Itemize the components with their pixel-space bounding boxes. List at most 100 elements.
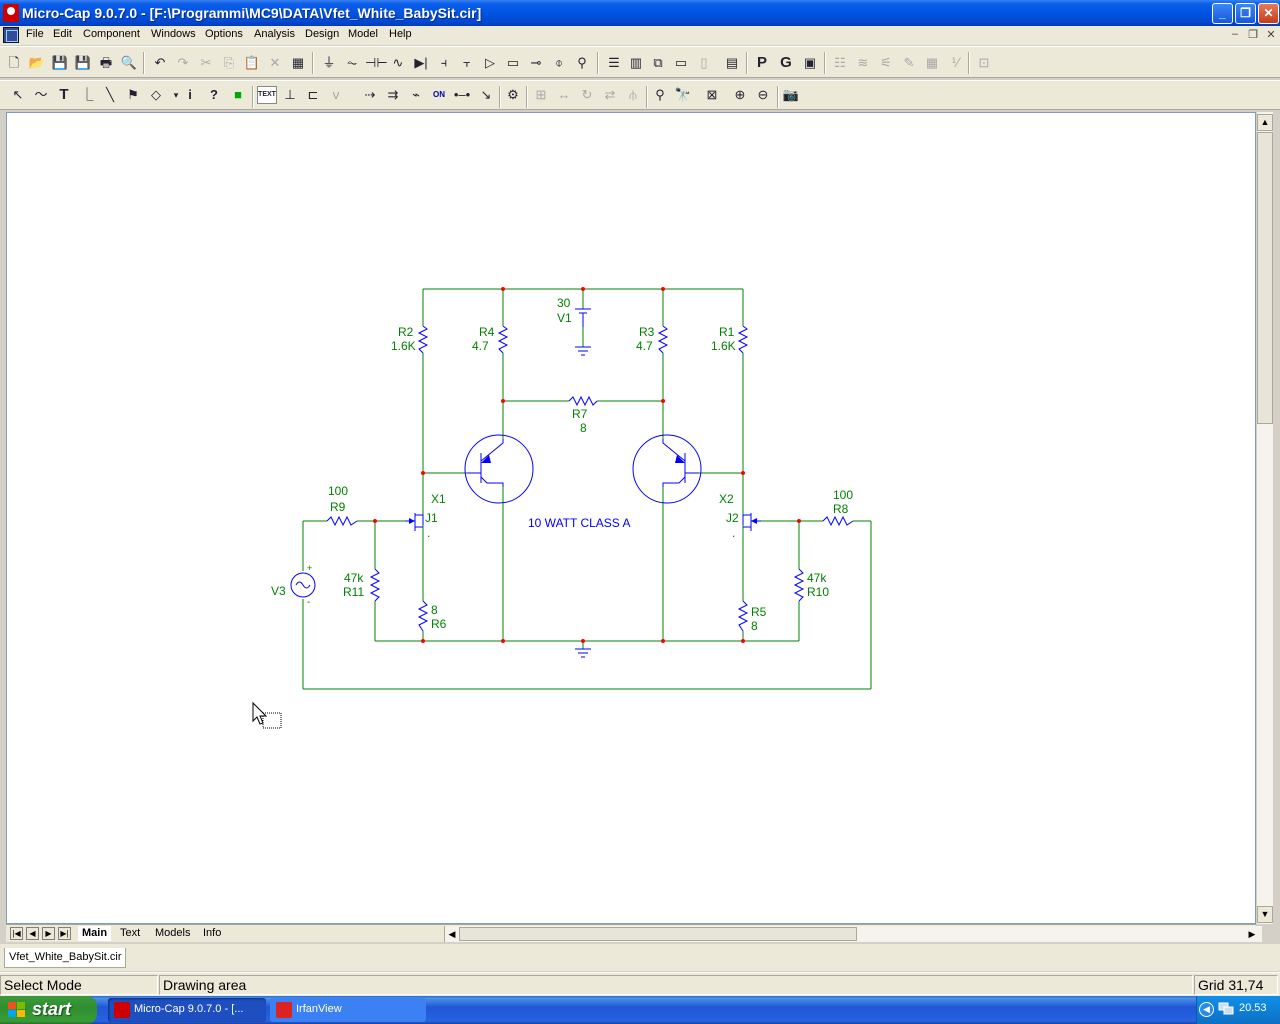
menu-file[interactable]: File xyxy=(26,28,44,40)
taskbar-item-irfanview[interactable]: IrfanView xyxy=(270,998,426,1022)
resistor-icon[interactable]: ⏦ xyxy=(342,54,362,72)
waveform-icon[interactable]: ≋ xyxy=(853,54,873,72)
scroll-up-icon[interactable]: ▲ xyxy=(1257,114,1273,131)
rotate-icon[interactable]: ↻ xyxy=(577,86,597,104)
menu-edit[interactable]: Edit xyxy=(53,28,72,40)
minimize-button[interactable]: _ xyxy=(1212,3,1233,24)
prev-sheet-icon[interactable]: ◀ xyxy=(26,927,39,940)
source-icon[interactable]: ▭ xyxy=(503,54,523,72)
vertical-scrollbar[interactable]: ▲ ▼ xyxy=(1256,112,1273,924)
text-tool-icon[interactable]: T xyxy=(54,86,74,104)
flag-icon[interactable]: ⚑ xyxy=(123,86,143,104)
transistor-icon[interactable]: ⫟ xyxy=(457,54,477,72)
next-sheet-icon[interactable]: ▶ xyxy=(42,927,55,940)
wire-cross-icon[interactable]: ⊸ xyxy=(526,54,546,72)
undo-icon[interactable]: ↶ xyxy=(150,54,170,72)
document-tab[interactable]: Vfet_White_BabySit.cir xyxy=(4,948,126,968)
zoom-fit-icon[interactable]: ⊡ xyxy=(974,54,994,72)
menu-options[interactable]: Options xyxy=(205,28,243,40)
copy-icon[interactable]: ⎘ xyxy=(219,54,239,72)
grid-icon[interactable]: ▦ xyxy=(922,54,942,72)
title-bar[interactable]: Micro-Cap 9.0.7.0 - [F:\Programmi\MC9\DA… xyxy=(0,0,1280,26)
flip-icon[interactable]: ⇄ xyxy=(600,86,620,104)
orthogonal-wire-icon[interactable]: ⎿ xyxy=(77,86,97,104)
menu-help[interactable]: Help xyxy=(389,28,412,40)
node-icon[interactable]: ⌽ xyxy=(549,54,569,72)
window-icon[interactable]: ▭ xyxy=(671,54,691,72)
opamp-icon[interactable]: ▷ xyxy=(480,54,500,72)
text-mode-button[interactable]: TEXT xyxy=(257,86,277,104)
box-icon[interactable]: ⊞ xyxy=(531,86,551,104)
info-icon[interactable]: i xyxy=(180,86,200,104)
g-toolbar-button[interactable]: G xyxy=(776,54,796,72)
document-system-icon[interactable] xyxy=(3,27,19,43)
title-block-icon[interactable]: ⊠ xyxy=(702,86,722,104)
restore-button[interactable]: ❐ xyxy=(1235,3,1256,24)
tile-horizontal-icon[interactable]: ☰ xyxy=(604,54,624,72)
taskbar-item-microcap[interactable]: Micro-Cap 9.0.7.0 - [... xyxy=(108,998,266,1022)
zoom-in-icon[interactable]: ⊕ xyxy=(730,86,750,104)
camera-icon[interactable]: 📷 xyxy=(781,86,801,104)
calculator-icon[interactable]: ▤ xyxy=(722,54,742,72)
p-toolbar-button[interactable]: P xyxy=(752,54,772,72)
network-icon[interactable] xyxy=(1218,1002,1234,1016)
schematic-drawing-area[interactable]: R2 1.6K R4 4.7 30 V1 R3 4.7 R1 1.6K R7 8… xyxy=(6,112,1256,924)
help-icon[interactable]: ? xyxy=(204,86,224,104)
vertical-scroll-thumb[interactable] xyxy=(1257,132,1273,424)
component-editor-icon[interactable]: ▣ xyxy=(800,54,820,72)
menu-windows[interactable]: Windows xyxy=(151,28,196,40)
pin-icon[interactable]: ⊏ xyxy=(303,86,323,104)
value-icon[interactable]: ⅟ xyxy=(945,54,965,72)
menu-design[interactable]: Design xyxy=(305,28,339,40)
shapes-icon[interactable]: ◇ xyxy=(146,86,166,104)
horizontal-scroll-thumb[interactable] xyxy=(459,927,857,941)
last-sheet-icon[interactable]: ▶| xyxy=(58,927,71,940)
scroll-right-icon[interactable]: ▶ xyxy=(1245,927,1259,941)
open-folder-icon[interactable]: 📂 xyxy=(27,54,47,72)
scroll-left-icon[interactable]: ◀ xyxy=(445,927,459,941)
select-all-icon[interactable]: ▦ xyxy=(288,54,308,72)
go-icon[interactable]: ⚲ xyxy=(650,86,670,104)
zoom-out-icon[interactable]: ⊖ xyxy=(753,86,773,104)
color-icon[interactable]: ■ xyxy=(228,86,248,104)
redo-icon[interactable]: ↷ xyxy=(173,54,193,72)
node-numbers-icon[interactable]: ⊥ xyxy=(280,86,300,104)
settings-icon[interactable]: ☷ xyxy=(830,54,850,72)
probe-icon[interactable]: ⚟ xyxy=(876,54,896,72)
close-button[interactable]: ✕ xyxy=(1258,3,1279,24)
properties-icon[interactable]: ⚙ xyxy=(503,86,523,104)
mirror-icon[interactable]: ↔ xyxy=(554,86,574,104)
probe-tool-icon[interactable]: ⌁ xyxy=(406,86,426,104)
mdi-close-button[interactable]: ✕ xyxy=(1263,28,1279,42)
line-icon[interactable]: •–• xyxy=(452,86,472,104)
mdi-restore-button[interactable]: ❐ xyxy=(1245,28,1261,42)
menu-model[interactable]: Model xyxy=(348,28,378,40)
save-icon[interactable]: 💾 xyxy=(50,54,70,72)
battery-icon[interactable]: ⫞ xyxy=(434,54,454,72)
step-icon[interactable]: ⫛ xyxy=(623,86,643,104)
on-off-icon[interactable]: ON xyxy=(429,86,449,104)
tab-main[interactable]: Main xyxy=(78,926,112,941)
print-icon[interactable]: 🖶 xyxy=(96,54,116,72)
inductor-icon[interactable]: ∿ xyxy=(388,54,408,72)
new-file-icon[interactable]: 🗋 xyxy=(4,54,24,72)
print-preview-icon[interactable]: 🔍 xyxy=(119,54,139,72)
cascade-icon[interactable]: ⧉ xyxy=(648,54,668,72)
delete-icon[interactable]: ✕ xyxy=(265,54,285,72)
cut-icon[interactable]: ✂ xyxy=(196,54,216,72)
wire-icon[interactable]: 〜 xyxy=(31,86,51,104)
select-arrow-icon[interactable]: ↖ xyxy=(8,86,28,104)
scroll-down-icon[interactable]: ▼ xyxy=(1257,906,1273,923)
mdi-minimize-button[interactable]: – xyxy=(1227,28,1243,42)
cursor-icon[interactable]: ↘ xyxy=(476,86,496,104)
microcap-app-icon[interactable] xyxy=(3,4,19,22)
tab-models[interactable]: Models xyxy=(151,926,194,941)
tab-text[interactable]: Text xyxy=(116,926,144,941)
bulb-icon[interactable]: ⚲ xyxy=(572,54,592,72)
chevron-left-icon[interactable]: ◀ xyxy=(1199,1002,1214,1017)
find-icon[interactable]: 🔭 xyxy=(673,86,693,104)
tile-vertical-icon[interactable]: ▥ xyxy=(626,54,646,72)
arrows-icon[interactable]: ⇉ xyxy=(383,86,403,104)
voltage-icon[interactable]: ⅴ xyxy=(326,86,346,104)
paste-icon[interactable]: 📋 xyxy=(242,54,262,72)
